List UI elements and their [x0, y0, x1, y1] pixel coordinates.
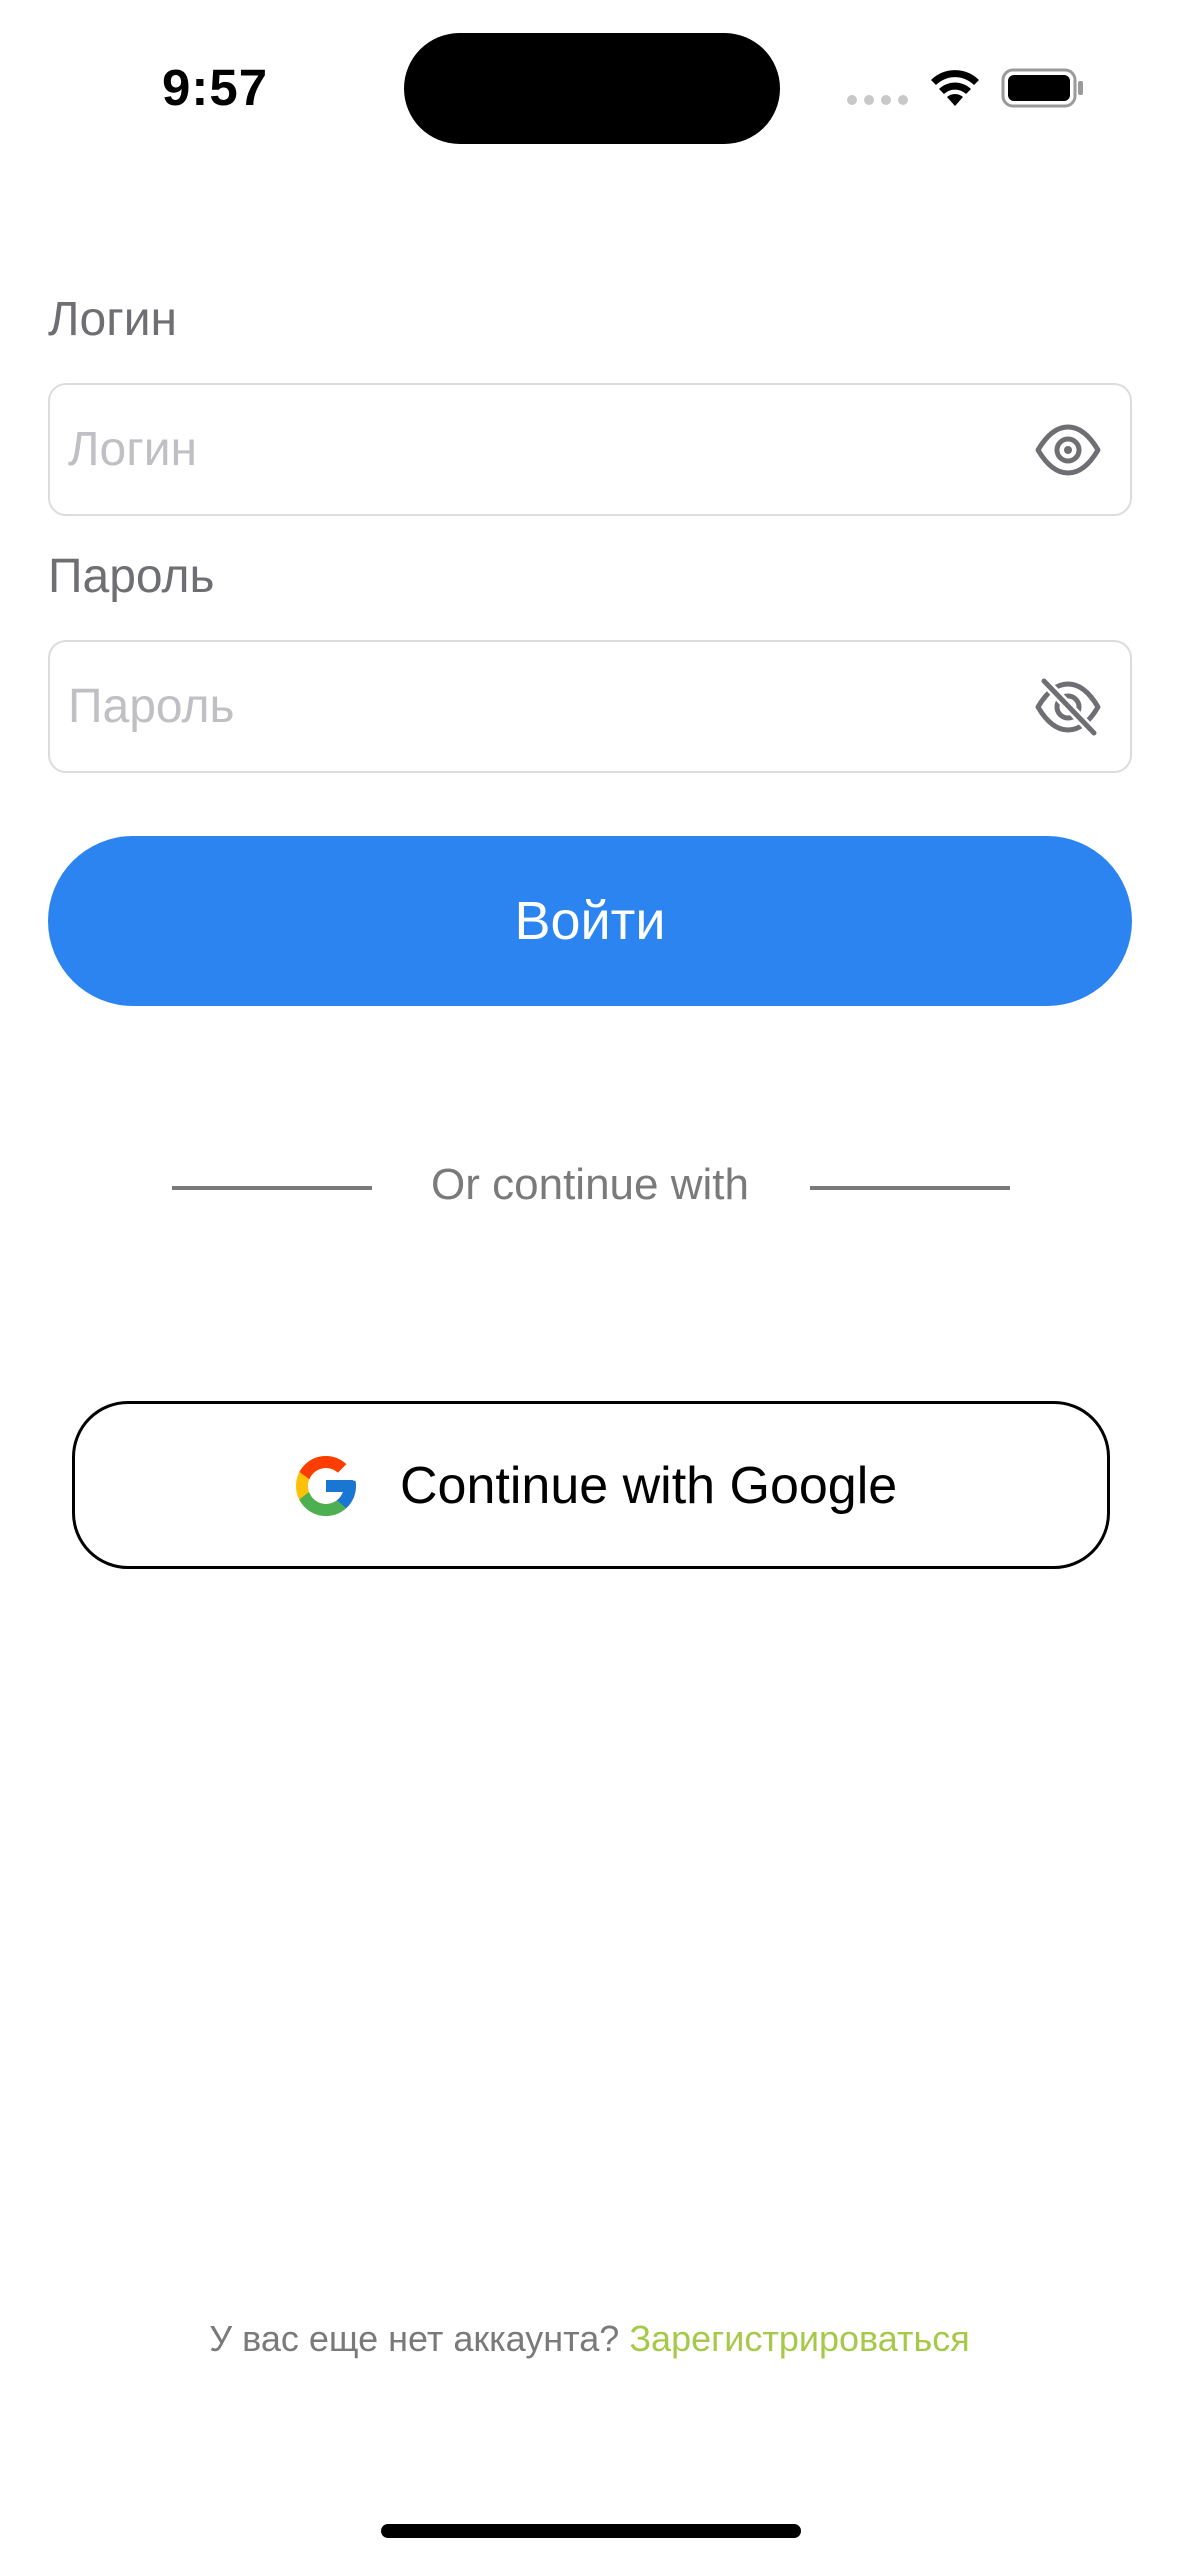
google-signin-label: Continue with Google — [400, 1457, 898, 1515]
signup-link[interactable]: Зарегистрироваться — [629, 2318, 969, 2359]
login-button[interactable]: Войти — [48, 836, 1132, 1006]
divider-line-left — [172, 1186, 372, 1190]
google-signin-button[interactable]: Continue with Google — [72, 1401, 1110, 1569]
signup-prompt: У вас еще нет аккаунта? Зарегистрировать… — [0, 2318, 1179, 2360]
login-field — [48, 383, 1132, 516]
login-label: Логин — [48, 293, 178, 346]
dynamic-island — [404, 33, 780, 144]
divider-text: Or continue with — [431, 1160, 749, 1209]
google-logo-icon — [296, 1456, 356, 1516]
login-input[interactable] — [68, 385, 988, 514]
wifi-icon — [931, 70, 979, 106]
eye-icon[interactable] — [1034, 418, 1102, 482]
password-field — [48, 640, 1132, 773]
password-input[interactable] — [68, 642, 988, 771]
cellular-signal-icon — [847, 95, 908, 105]
divider-line-right — [810, 1186, 1010, 1190]
battery-icon — [1001, 68, 1083, 108]
password-label: Пароль — [48, 550, 215, 603]
status-time: 9:57 — [162, 59, 269, 116]
home-indicator[interactable] — [381, 2524, 801, 2538]
eye-slash-icon[interactable] — [1034, 675, 1102, 739]
signup-question: У вас еще нет аккаунта? — [209, 2318, 620, 2359]
